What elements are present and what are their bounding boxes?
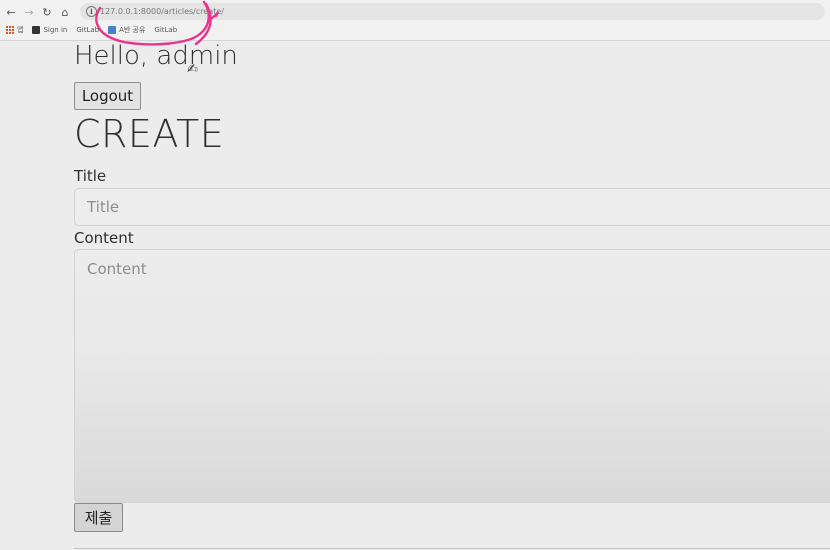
- hand-cursor-icon: ✍: [187, 62, 198, 77]
- annotation-circle: [95, 0, 219, 46]
- pen-annotation: [95, 0, 219, 46]
